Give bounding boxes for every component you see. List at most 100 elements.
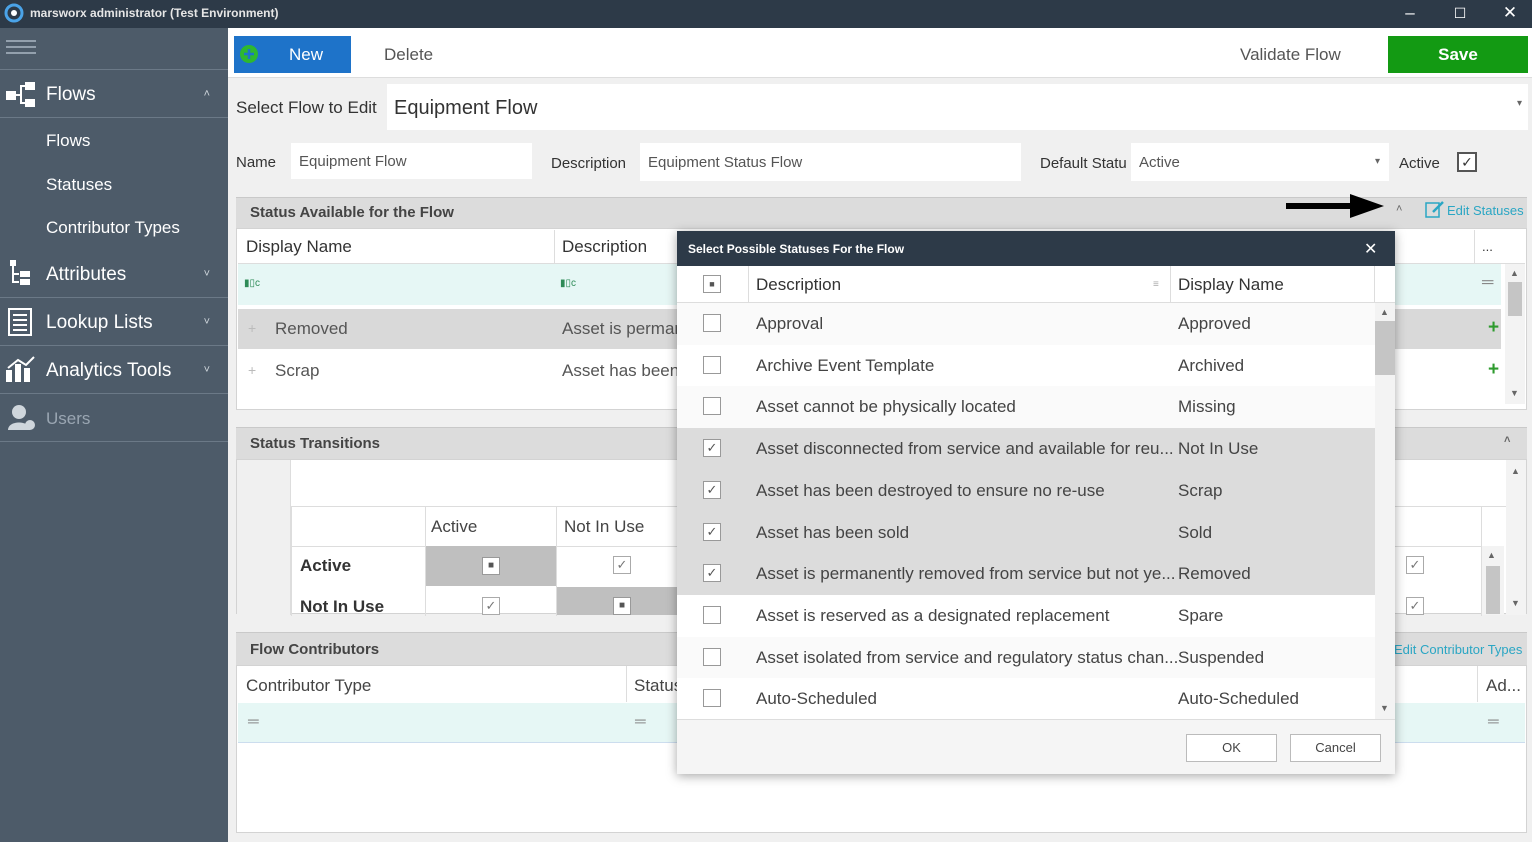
list-item[interactable]: ✓ Asset is permanently removed from servi… xyxy=(677,553,1375,596)
list-item[interactable]: Auto-Scheduled Auto-Scheduled xyxy=(677,678,1375,719)
filter-equals-icon[interactable]: ═ xyxy=(1488,713,1499,730)
status-display-name: Suspended xyxy=(1178,647,1265,667)
active-checkbox[interactable]: ✓ xyxy=(1457,152,1477,172)
sidebar-label-users: Users xyxy=(46,409,91,428)
list-item[interactable]: Asset is reserved as a designated replac… xyxy=(677,594,1375,637)
hamburger-icon[interactable] xyxy=(6,40,36,56)
select-flow-label: Select Flow to Edit xyxy=(236,98,377,117)
select-all-checkbox[interactable]: ■ xyxy=(703,275,721,293)
expand-icon[interactable]: + xyxy=(248,320,256,336)
add-row-icon[interactable]: + xyxy=(1488,317,1499,339)
list-item[interactable]: ✓ Asset disconnected from service and ava… xyxy=(677,428,1375,471)
arrow-right-icon xyxy=(1286,194,1384,218)
list-item[interactable]: Archive Event Template Archived xyxy=(677,344,1375,387)
add-row-icon[interactable]: + xyxy=(1488,359,1499,381)
sidebar-item-statuses[interactable]: Statuses xyxy=(46,175,112,195)
sidebar-label-analytics-tools: Analytics Tools xyxy=(46,360,172,381)
list-item[interactable]: ✓ Asset has been sold Sold xyxy=(677,511,1375,554)
sidebar-item-contributor-types[interactable]: Contributor Types xyxy=(46,218,180,238)
transition-cell-disabled: ■ xyxy=(426,546,556,586)
dialog-close-button[interactable]: ✕ xyxy=(1364,239,1377,259)
sidebar-section-flows[interactable]: Flows ˄ xyxy=(0,80,228,116)
description-field-value: Equipment Status Flow xyxy=(648,154,803,171)
edit-statuses-link[interactable]: Edit Statuses xyxy=(1447,203,1524,218)
name-field[interactable]: Equipment Flow xyxy=(291,143,532,179)
sidebar-section-lookup-lists[interactable]: Lookup Lists ˅ xyxy=(0,308,228,344)
column-more[interactable]: ... xyxy=(1482,239,1493,254)
close-window-button[interactable]: ✕ xyxy=(1486,0,1532,28)
description-label: Description xyxy=(551,155,627,172)
delete-button[interactable]: Delete xyxy=(384,45,433,65)
filter-icon[interactable]: ▮▯c xyxy=(244,278,260,289)
sidebar-section-analytics-tools[interactable]: Analytics Tools ˅ xyxy=(0,356,228,392)
transition-cell-disabled: ■ xyxy=(557,587,677,615)
flows-icon xyxy=(6,82,35,107)
collapse-icon[interactable]: ˄ xyxy=(1504,434,1510,446)
status-checkbox[interactable] xyxy=(703,689,721,708)
column-description[interactable]: Description xyxy=(562,237,647,257)
transitions-inner-scrollbar[interactable]: ▲ xyxy=(1482,546,1504,615)
dialog-scrollbar[interactable]: ▲ ▼ xyxy=(1375,303,1395,719)
scroll-up-icon[interactable]: ▲ xyxy=(1487,550,1496,560)
dialog-grid-header: ■ Description ≡ Display Name xyxy=(677,266,1395,303)
scroll-down-icon[interactable]: ▼ xyxy=(1511,598,1520,608)
expand-icon[interactable]: + xyxy=(248,362,256,378)
sidebar-section-users[interactable]: Users xyxy=(0,404,228,440)
description-field[interactable]: Equipment Status Flow xyxy=(640,143,1021,181)
minimize-button[interactable]: – xyxy=(1386,0,1434,28)
transition-checkbox[interactable]: ✓ xyxy=(1406,556,1424,574)
list-item[interactable]: Approval Approved xyxy=(677,303,1375,345)
edit-contributor-types-link[interactable]: Edit Contributor Types xyxy=(1394,642,1522,657)
filter-equals-icon[interactable]: ═ xyxy=(1482,274,1493,292)
column-display-name[interactable]: Display Name xyxy=(246,237,352,257)
list-item[interactable]: Asset cannot be physically located Missin… xyxy=(677,386,1375,429)
sidebar-section-attributes[interactable]: Attributes ˅ xyxy=(0,260,228,296)
status-display-name: Approved xyxy=(1178,314,1251,333)
new-button[interactable]: New xyxy=(234,36,351,73)
transitions-section-title: Status Transitions xyxy=(250,435,381,452)
scroll-down-icon[interactable]: ▼ xyxy=(1510,388,1519,398)
transition-checkbox[interactable]: ✓ xyxy=(613,556,631,574)
list-item[interactable]: ✓ Asset has been destroyed to ensure no r… xyxy=(677,469,1375,512)
ok-button[interactable]: OK xyxy=(1186,734,1277,762)
scroll-up-icon[interactable]: ▲ xyxy=(1510,268,1519,278)
column-contributor-type[interactable]: Contributor Type xyxy=(246,676,371,696)
save-button[interactable]: Save xyxy=(1388,36,1528,73)
status-checkbox[interactable] xyxy=(703,647,721,666)
sidebar-item-flows[interactable]: Flows xyxy=(46,131,90,151)
status-checkbox[interactable]: ✓ xyxy=(703,439,721,458)
status-checkbox[interactable]: ✓ xyxy=(703,564,721,583)
status-grid-scrollbar[interactable]: ▲ ▼ xyxy=(1505,264,1525,404)
transitions-scrollbar[interactable]: ▲ xyxy=(1506,460,1526,615)
transition-checkbox[interactable]: ✓ xyxy=(1406,597,1424,615)
scroll-up-icon[interactable]: ▲ xyxy=(1511,466,1520,476)
filter-equals-icon[interactable]: ═ xyxy=(248,713,259,730)
default-status-value: Active xyxy=(1139,154,1180,171)
status-checkbox[interactable] xyxy=(703,397,721,416)
status-display-name: Scrap xyxy=(1178,480,1223,500)
column-status[interactable]: Status xyxy=(634,676,682,696)
transition-col-active: Active xyxy=(431,517,478,536)
scroll-up-icon[interactable]: ▲ xyxy=(1380,307,1389,317)
scroll-down-icon[interactable]: ▼ xyxy=(1380,703,1389,713)
status-checkbox[interactable] xyxy=(703,355,721,374)
column-add[interactable]: Ad... xyxy=(1486,676,1521,696)
status-checkbox[interactable] xyxy=(703,605,721,624)
filter-icon[interactable]: ▮▯c xyxy=(560,278,576,289)
collapse-icon[interactable]: ˄ xyxy=(1396,203,1402,215)
select-flow-dropdown[interactable]: Equipment Flow ▾ xyxy=(387,84,1528,130)
filter-equals-icon[interactable]: ═ xyxy=(635,713,646,730)
column-display-name[interactable]: Display Name xyxy=(1178,275,1284,295)
default-status-dropdown[interactable]: Active ▾ xyxy=(1131,143,1389,181)
maximize-button[interactable]: ☐ xyxy=(1436,0,1484,28)
status-checkbox[interactable]: ✓ xyxy=(703,522,721,541)
status-checkbox[interactable]: ✓ xyxy=(703,480,721,499)
list-item[interactable]: Asset isolated from service and regulato… xyxy=(677,636,1375,679)
column-description[interactable]: Description xyxy=(756,275,841,295)
cancel-button[interactable]: Cancel xyxy=(1290,734,1381,762)
status-checkbox[interactable] xyxy=(703,314,721,332)
transition-checkbox[interactable]: ✓ xyxy=(482,597,500,615)
sort-icon[interactable]: ≡ xyxy=(1153,279,1159,290)
validate-flow-button[interactable]: Validate Flow xyxy=(1240,45,1341,65)
chevron-down-icon: ˅ xyxy=(203,268,210,280)
